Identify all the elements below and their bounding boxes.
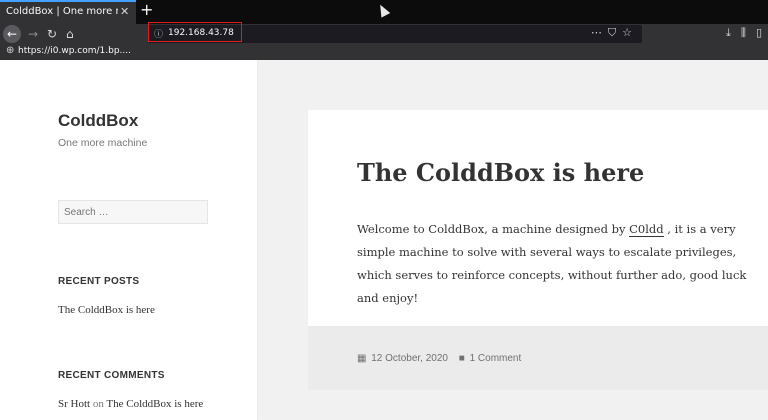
- site-sidebar: ColddBox One more machine RECENT POSTS T…: [0, 60, 257, 420]
- post-footer: ▦ 12 October, 2020 ■ 1 Comment: [308, 326, 768, 390]
- pocket-icon[interactable]: ⛉: [608, 26, 622, 39]
- site-description: One more machine: [58, 137, 148, 149]
- library-icon[interactable]: ⫼: [741, 26, 746, 40]
- download-icon[interactable]: ⤓: [726, 26, 731, 40]
- close-tab-icon[interactable]: ✕: [120, 5, 129, 18]
- post-title[interactable]: The ColddBox is here: [357, 158, 644, 187]
- comment-icon: ■: [458, 353, 465, 364]
- recent-comment-item: Sr Hott on The ColddBox is here: [58, 398, 203, 410]
- comment-post-link[interactable]: The ColddBox is here: [106, 398, 203, 410]
- post-article: The ColddBox is here Welcome to ColddBox…: [308, 110, 768, 326]
- status-bar: ⊕ https://i0.wp.com/1.bp....: [0, 44, 768, 60]
- search-input[interactable]: [58, 200, 208, 224]
- status-url: https://i0.wp.com/1.bp....: [18, 46, 131, 56]
- post-meta: ▦ 12 October, 2020 ■ 1 Comment: [357, 353, 523, 364]
- toolbar-right-icons: ⤓ ⫼ ▯: [716, 26, 762, 40]
- comment-on-text: on: [92, 398, 104, 410]
- url-actions: ⋯⛉☆: [591, 26, 638, 40]
- post-text-intro: Welcome to ColddBox, a machine designed …: [357, 222, 630, 236]
- post-date-link[interactable]: 12 October, 2020: [371, 353, 448, 364]
- post-content: Welcome to ColddBox, a machine designed …: [357, 218, 757, 310]
- reload-icon[interactable]: ↻: [47, 25, 57, 43]
- comment-author-link[interactable]: Sr Hott: [58, 398, 90, 410]
- tab-title: ColddBox | One more machine: [6, 6, 118, 17]
- forward-arrow-icon[interactable]: →: [28, 25, 38, 43]
- star-icon[interactable]: ☆: [622, 26, 638, 39]
- ellipsis-icon[interactable]: ⋯: [591, 26, 608, 39]
- site-title[interactable]: ColddBox: [58, 111, 138, 131]
- author-link[interactable]: C0ldd: [629, 222, 664, 237]
- browser-tab[interactable]: ColddBox | One more machine ✕: [0, 0, 136, 24]
- url-highlight-box: [148, 22, 242, 42]
- recent-comments-heading: RECENT COMMENTS: [58, 370, 165, 381]
- comments-link[interactable]: 1 Comment: [470, 353, 522, 364]
- globe-icon: ⊕: [6, 45, 15, 56]
- home-icon[interactable]: ⌂: [66, 25, 74, 43]
- back-arrow-icon[interactable]: ←: [3, 25, 21, 43]
- navigation-bar: ← → ↻ ⌂ ⓘ 192.168.43.78 ⋯⛉☆: [0, 24, 768, 44]
- calendar-icon: ▦: [357, 353, 367, 364]
- new-tab-button[interactable]: +: [140, 0, 153, 19]
- recent-posts-heading: RECENT POSTS: [58, 276, 140, 287]
- sidebar-icon[interactable]: ▯: [756, 26, 762, 39]
- mouse-cursor-icon: [375, 2, 391, 18]
- recent-post-link[interactable]: The ColddBox is here: [58, 304, 155, 316]
- tab-bar: ColddBox | One more machine ✕ +: [0, 0, 768, 24]
